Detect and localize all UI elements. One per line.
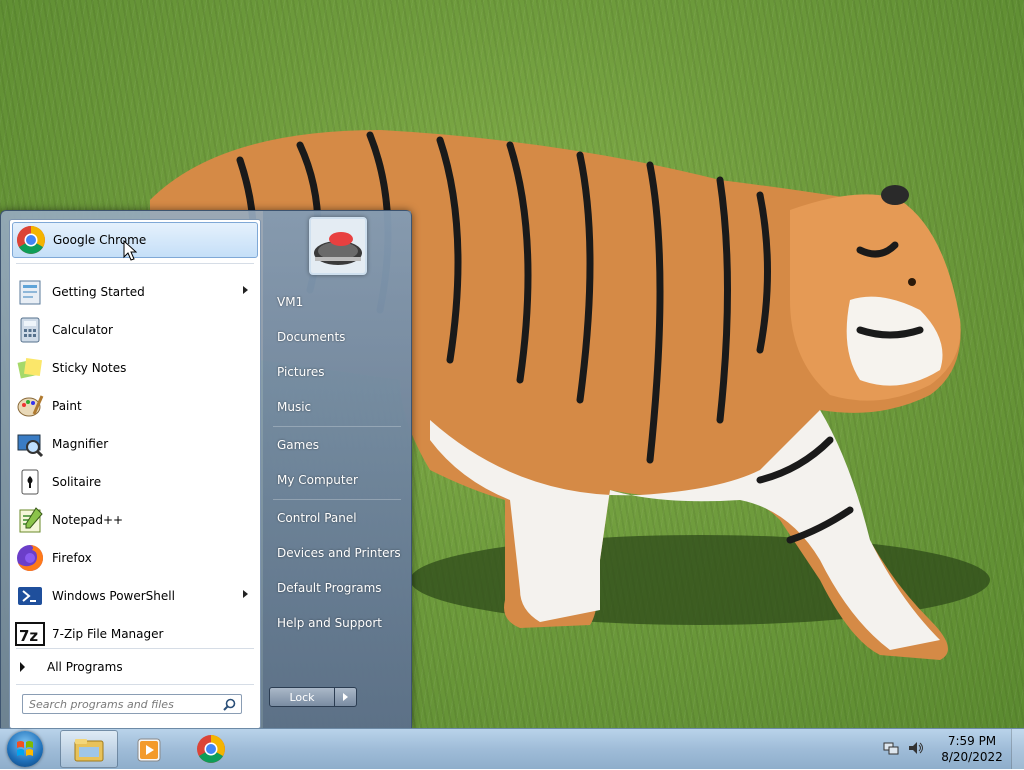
places-label: Music — [277, 400, 312, 414]
all-programs-label: All Programs — [47, 660, 123, 674]
places-label: Control Panel — [277, 511, 357, 525]
places-label: VM1 — [277, 295, 304, 309]
paint-icon — [14, 390, 46, 422]
separator — [16, 263, 254, 264]
network-icon[interactable] — [883, 740, 899, 759]
program-getting-started[interactable]: Getting Started — [12, 274, 258, 310]
places-item-default-programs[interactable]: Default Programs — [267, 573, 407, 603]
windows-logo-icon — [17, 741, 33, 756]
magnifier-icon — [14, 428, 46, 460]
places-label: Games — [277, 438, 319, 452]
places-label: Devices and Printers — [277, 546, 401, 560]
places-label: Default Programs — [277, 581, 382, 595]
submenu-arrow-icon — [243, 286, 248, 294]
shutdown-options-arrow[interactable] — [335, 687, 357, 707]
program-sticky-notes[interactable]: Sticky Notes — [12, 350, 258, 386]
places-label: Documents — [277, 330, 346, 344]
program-label: Solitaire — [52, 475, 102, 489]
places-label: My Computer — [277, 473, 358, 487]
mouse-cursor-icon — [123, 240, 137, 261]
places-item-help-and-support[interactable]: Help and Support — [267, 608, 407, 638]
clock-date: 8/20/2022 — [941, 750, 1003, 764]
program-label: Magnifier — [52, 437, 109, 451]
program-notepad-plus-plus[interactable]: Notepad++ — [12, 502, 258, 538]
separator — [16, 684, 254, 685]
taskbar-media-player[interactable] — [120, 730, 178, 768]
lock-label: Lock — [289, 690, 315, 704]
chrome-icon — [15, 224, 47, 256]
program-paint[interactable]: Paint — [12, 388, 258, 424]
solitaire-icon — [14, 466, 46, 498]
search-icon[interactable] — [223, 698, 236, 714]
programs-pane: Google Chrome Getting Started Calculator… — [9, 219, 261, 729]
program-windows-powershell[interactable]: Windows PowerShell — [12, 578, 258, 614]
svg-text:7z: 7z — [19, 627, 38, 645]
separator — [273, 426, 401, 427]
places-item-pictures[interactable]: Pictures — [267, 357, 407, 387]
program-firefox[interactable]: Firefox — [12, 540, 258, 576]
taskbar-windows-explorer[interactable] — [60, 730, 118, 768]
triangle-right-icon — [20, 662, 25, 672]
program-label: Paint — [52, 399, 82, 413]
program-magnifier[interactable]: Magnifier — [12, 426, 258, 462]
places-label: Help and Support — [277, 616, 382, 630]
program-label: Getting Started — [52, 285, 145, 299]
getting-started-icon — [14, 276, 46, 308]
media-player-icon — [137, 738, 161, 762]
system-tray: 7:59 PM 8/20/2022 — [883, 729, 1024, 769]
places-item-control-panel[interactable]: Control Panel — [267, 503, 407, 533]
chrome-icon — [197, 735, 225, 763]
places-item-documents[interactable]: Documents — [267, 322, 407, 352]
program-label: Firefox — [52, 551, 92, 565]
places-item-games[interactable]: Games — [267, 430, 407, 460]
lock-button[interactable]: Lock — [269, 687, 335, 707]
powershell-icon — [14, 580, 46, 612]
places-item-devices-and-printers[interactable]: Devices and Printers — [267, 538, 407, 568]
places-item-music[interactable]: Music — [267, 392, 407, 422]
clock[interactable]: 7:59 PM 8/20/2022 — [937, 733, 1007, 765]
program-label: Notepad++ — [52, 513, 124, 527]
all-programs-button[interactable]: All Programs — [12, 652, 258, 682]
program-calculator[interactable]: Calculator — [12, 312, 258, 348]
calculator-icon — [14, 314, 46, 346]
program-7zip-file-manager[interactable]: 7z 7-Zip File Manager — [12, 616, 258, 652]
start-menu: Google Chrome Getting Started Calculator… — [0, 210, 412, 730]
clock-time: 7:59 PM — [947, 734, 997, 748]
sticky-notes-icon — [14, 352, 46, 384]
submenu-arrow-icon — [243, 590, 248, 598]
taskbar-chrome[interactable] — [182, 730, 240, 768]
taskbar: 7:59 PM 8/20/2022 — [0, 728, 1024, 769]
program-label: Sticky Notes — [52, 361, 127, 375]
7zip-icon: 7z — [14, 618, 46, 650]
firefox-icon — [14, 542, 46, 574]
program-label: Windows PowerShell — [52, 589, 175, 603]
separator — [273, 499, 401, 500]
volume-icon[interactable] — [907, 740, 925, 759]
user-avatar[interactable] — [309, 217, 367, 275]
program-label: 7-Zip File Manager — [52, 627, 164, 641]
program-label: Calculator — [52, 323, 113, 337]
show-desktop-button[interactable] — [1011, 729, 1024, 769]
start-button[interactable] — [7, 731, 43, 767]
places-pane: VM1 Documents Pictures Music Games My Co… — [263, 211, 411, 729]
search-box — [22, 694, 242, 714]
search-input[interactable] — [23, 695, 225, 713]
separator — [16, 648, 254, 649]
places-label: Pictures — [277, 365, 325, 379]
places-item-my-computer[interactable]: My Computer — [267, 465, 407, 495]
places-item-vm1[interactable]: VM1 — [267, 287, 407, 317]
windows-explorer-icon — [74, 739, 104, 762]
notepad-plus-plus-icon — [14, 504, 46, 536]
program-solitaire[interactable]: Solitaire — [12, 464, 258, 500]
